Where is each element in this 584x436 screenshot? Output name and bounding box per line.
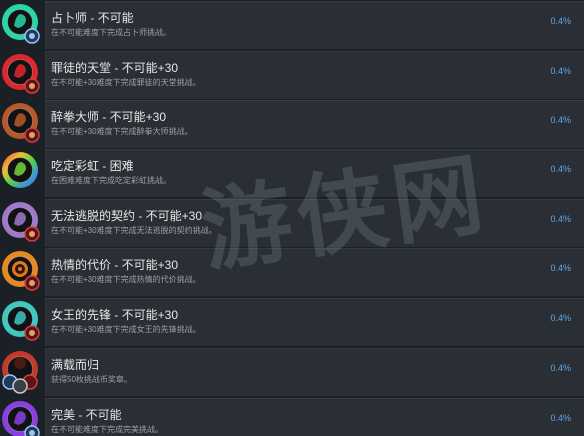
- unlock-percentage: 0.4%: [550, 164, 571, 174]
- achievement-description: 在不可能+30难度下完成罪徒的天堂挑战。: [51, 78, 201, 87]
- unlock-percentage: 0.4%: [550, 363, 571, 373]
- achievement-title: 热情的代价 - 不可能+30: [51, 258, 179, 272]
- achievement-title: 完美 - 不可能: [51, 408, 122, 422]
- achievement-title: 占卜师 - 不可能: [51, 11, 134, 25]
- achievement-row[interactable]: 醉拳大师 - 不可能+30 在不可能+30难度下完成醉拳大师挑战。 0.4%: [0, 99, 584, 149]
- unlock-percentage: 0.4%: [550, 313, 571, 323]
- unlock-percentage: 0.4%: [550, 263, 571, 273]
- contract-icon: [0, 198, 44, 246]
- achievement-row[interactable]: 无法逃脱的契约 - 不可能+30 在不可能+30难度下完成无法逃脱的契约挑战。 0.…: [0, 198, 584, 248]
- achievement-row[interactable]: 满载而归获得50枚挑战币奖章。 0.4%: [0, 347, 584, 397]
- rainbow-icon: [0, 148, 44, 196]
- achievement-description: 在困难难度下完成吃定彩虹挑战。: [51, 176, 171, 185]
- achievement-description: 在不可能难度下完成完美挑战。: [51, 425, 163, 434]
- passion-price-icon: [0, 247, 44, 295]
- fortune-teller-icon: [0, 0, 44, 48]
- achievement-row[interactable]: 完美 - 不可能在不可能难度下完成完美挑战。 0.4%: [0, 397, 584, 436]
- unlock-percentage: 0.4%: [550, 115, 571, 125]
- unlock-percentage: 0.4%: [550, 16, 571, 26]
- achievement-list: 占卜师 - 不可能 在不可能难度下完成占卜师挑战。 0.4% 罪徒的天堂 - 不可能+…: [0, 0, 584, 436]
- achievement-card: 热情的代价 - 不可能+30 在不可能+30难度下完成热情的代价挑战。 0.4%: [45, 248, 584, 296]
- achievement-row[interactable]: 女王的先锋 - 不可能+30 在不可能+30难度下完成女王的先锋挑战。 0.4%: [0, 297, 584, 347]
- achievement-row[interactable]: 占卜师 - 不可能在不可能难度下完成占卜师挑战。 0.4%: [0, 0, 584, 50]
- drunken-master-icon: [0, 99, 44, 147]
- achievement-description: 在不可能+30难度下完成醉拳大师挑战。: [51, 127, 193, 136]
- achievement-title: 吃定彩虹 - 困难: [51, 159, 134, 173]
- achievement-card: 女王的先锋 - 不可能+30 在不可能+30难度下完成女王的先锋挑战。 0.4%: [45, 298, 584, 346]
- medals-icon: [0, 347, 44, 395]
- achievement-title: 罪徒的天堂 - 不可能+30: [51, 61, 179, 75]
- achievement-description: 获得50枚挑战币奖章。: [51, 375, 132, 384]
- sinners-paradise-icon: [0, 50, 44, 98]
- achievement-row[interactable]: 热情的代价 - 不可能+30 在不可能+30难度下完成热情的代价挑战。 0.4%: [0, 247, 584, 297]
- achievement-title: 无法逃脱的契约 - 不可能+30: [51, 209, 203, 223]
- achievement-card: 完美 - 不可能在不可能难度下完成完美挑战。 0.4%: [45, 398, 584, 436]
- achievement-card: 醉拳大师 - 不可能+30 在不可能+30难度下完成醉拳大师挑战。 0.4%: [45, 100, 584, 148]
- achievement-title: 醉拳大师 - 不可能+30: [51, 110, 167, 124]
- achievement-row[interactable]: 吃定彩虹 - 困难在困难难度下完成吃定彩虹挑战。 0.4%: [0, 148, 584, 198]
- achievement-row[interactable]: 罪徒的天堂 - 不可能+30 在不可能+30难度下完成罪徒的天堂挑战。 0.4%: [0, 50, 584, 100]
- achievement-card: 吃定彩虹 - 困难在困难难度下完成吃定彩虹挑战。 0.4%: [45, 149, 584, 197]
- achievement-description: 在不可能+30难度下完成女王的先锋挑战。: [51, 325, 201, 334]
- achievement-card: 满载而归获得50枚挑战币奖章。 0.4%: [45, 348, 584, 396]
- unlock-percentage: 0.4%: [550, 214, 571, 224]
- achievement-title: 女王的先锋 - 不可能+30: [51, 308, 179, 322]
- unlock-percentage: 0.4%: [550, 413, 571, 423]
- achievement-description: 在不可能+30难度下完成无法逃脱的契约挑战。: [51, 226, 217, 235]
- unlock-percentage: 0.4%: [550, 66, 571, 76]
- perfect-icon: [0, 397, 44, 436]
- achievement-card: 罪徒的天堂 - 不可能+30 在不可能+30难度下完成罪徒的天堂挑战。 0.4%: [45, 51, 584, 99]
- queens-vanguard-icon: [0, 297, 44, 345]
- achievement-title: 满载而归: [51, 358, 100, 372]
- achievement-description: 在不可能难度下完成占卜师挑战。: [51, 28, 171, 37]
- achievement-card: 占卜师 - 不可能在不可能难度下完成占卜师挑战。 0.4%: [45, 1, 584, 49]
- achievement-card: 无法逃脱的契约 - 不可能+30 在不可能+30难度下完成无法逃脱的契约挑战。 0.…: [45, 199, 584, 247]
- achievement-description: 在不可能+30难度下完成热情的代价挑战。: [51, 275, 201, 284]
